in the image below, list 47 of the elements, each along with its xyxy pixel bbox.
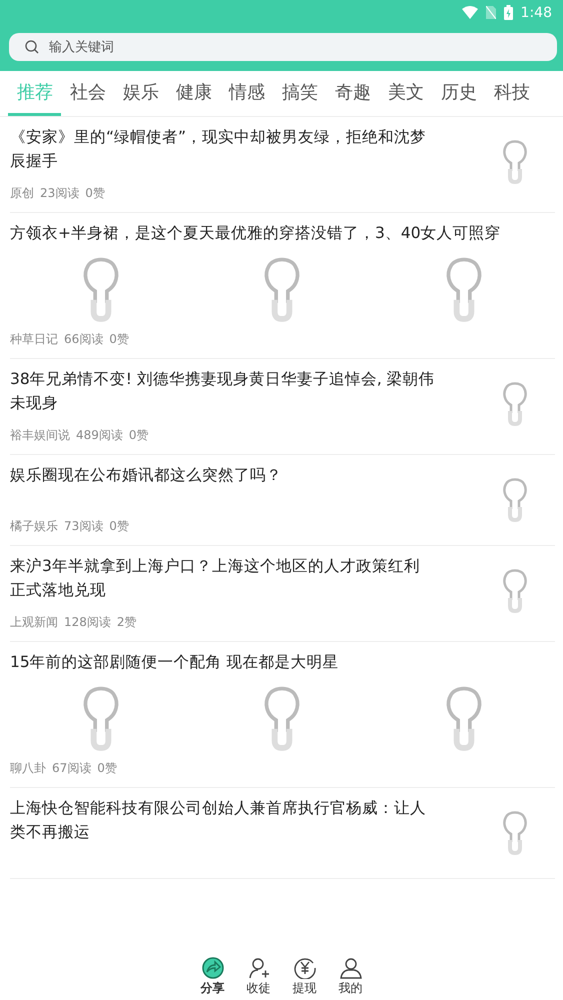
read-count: 67阅读 — [52, 760, 92, 777]
article-title[interactable]: 来沪3年半就拿到上海户口？上海这个地区的人才政策红利正式落地兑现 — [10, 554, 435, 602]
article-source: 聊八卦 — [10, 760, 46, 777]
article-title[interactable]: 方领衣+半身裙，是这个夏天最优雅的穿搭没错了，3、40女人可照穿 — [10, 221, 555, 245]
share-icon — [202, 957, 224, 979]
article-source: 原创 — [10, 185, 34, 202]
battery-icon — [504, 5, 513, 20]
add-user-icon — [248, 957, 270, 979]
article-source: 裕丰娱间说 — [10, 427, 70, 444]
read-count: 23阅读 — [40, 185, 80, 202]
status-time: 1:48 — [520, 4, 552, 20]
category-tab[interactable]: 搞笑 — [273, 71, 326, 116]
read-count: 128阅读 — [64, 614, 111, 631]
nav-item[interactable]: 提现 — [292, 954, 316, 1000]
category-tab[interactable]: 健康 — [167, 71, 220, 116]
article-source: 上观新闻 — [10, 614, 58, 631]
article-source: 种草日记 — [10, 331, 58, 348]
read-count: 73阅读 — [64, 518, 104, 535]
category-tab[interactable]: 奇趣 — [326, 71, 379, 116]
like-count: 0赞 — [97, 760, 117, 777]
category-tab[interactable]: 社会 — [61, 71, 114, 116]
read-count: 489阅读 — [76, 427, 123, 444]
like-count: 0赞 — [109, 331, 129, 348]
article-title[interactable]: 15年前的这部剧随便一个配角 现在都是大明星 — [10, 650, 555, 674]
nav-item[interactable]: 我的 — [338, 954, 362, 1000]
like-count: 0赞 — [109, 518, 129, 535]
article-title[interactable]: 娱乐圈现在公布婚讯都这么突然了吗？ — [10, 463, 435, 487]
nav-item[interactable]: 收徒 — [246, 954, 270, 1000]
search-field[interactable]: 输入关键词 — [9, 33, 557, 61]
yuan-icon — [294, 957, 316, 979]
wifi-icon — [462, 6, 478, 19]
like-count: 2赞 — [116, 614, 137, 631]
article-title[interactable]: 《安家》里的“绿帽使者”，现实中却被男友绿，拒绝和沈梦辰握手 — [10, 125, 435, 173]
like-count: 0赞 — [85, 185, 105, 202]
category-tab[interactable]: 美文 — [379, 71, 432, 116]
like-count: 0赞 — [128, 427, 149, 444]
category-tab[interactable]: 科技 — [485, 71, 538, 116]
article-source: 橘子娱乐 — [10, 518, 58, 535]
article-title[interactable]: 上海快仓智能科技有限公司创始人兼首席执行官杨威：让人类不再搬运 — [10, 796, 435, 844]
category-tab[interactable]: 娱乐 — [114, 71, 167, 116]
no-sim-icon — [486, 6, 496, 19]
user-icon — [340, 957, 362, 979]
read-count: 66阅读 — [64, 331, 104, 348]
category-tab[interactable]: 情感 — [220, 71, 273, 116]
category-tab[interactable]: 历史 — [432, 71, 485, 116]
article-title[interactable]: 38年兄弟情不变! 刘德华携妻现身黄日华妻子追悼会, 梁朝伟未现身 — [10, 367, 435, 415]
nav-item[interactable]: 分享 — [200, 954, 224, 1000]
